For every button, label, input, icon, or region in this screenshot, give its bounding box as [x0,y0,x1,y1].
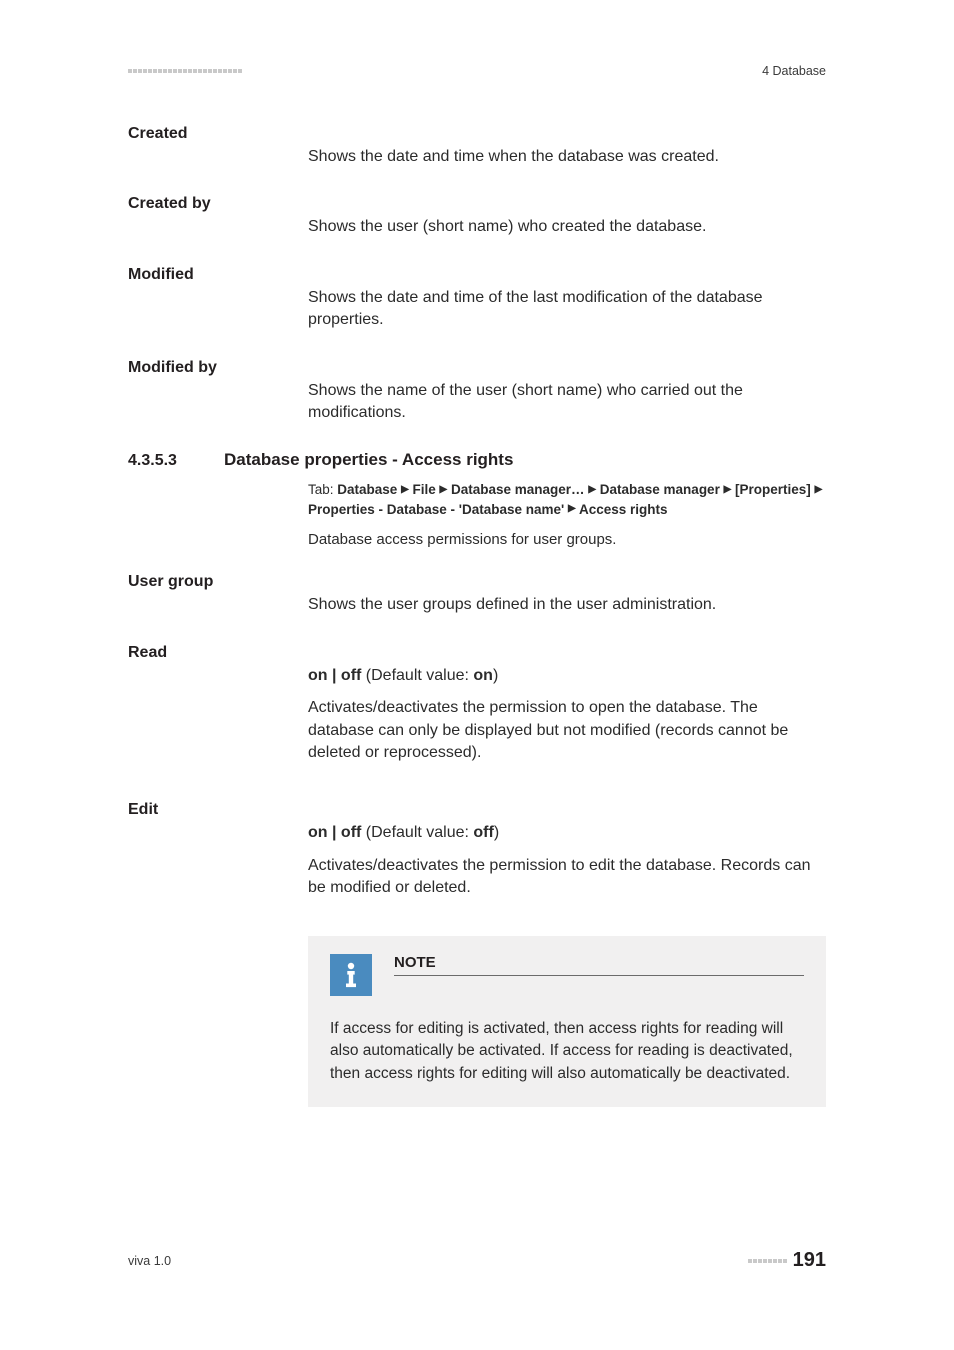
onoff-options: on | off [308,667,361,684]
def-term: User group [128,572,308,616]
def-user-group: User group Shows the user groups defined… [128,572,826,616]
def-term: Read [128,643,308,775]
footer-dots-icon [748,1259,787,1263]
def-term: Created by [128,194,308,238]
footer-product: viva 1.0 [128,1254,171,1268]
onoff-default: on [473,667,493,684]
def-body: Shows the user groups defined in the use… [308,572,826,616]
onoff-options: on | off [308,824,361,841]
def-body: Shows the name of the user (short name) … [308,358,826,425]
def-edit: Edit on | off (Default value: off) Activ… [128,800,826,909]
def-body: Shows the date and time when the databas… [308,124,826,168]
def-body: Shows the user (short name) who created … [308,194,826,238]
header-section-title: 4 Database [762,64,826,78]
def-created: Created Shows the date and time when the… [128,124,826,168]
subsection-number: 4.3.5.3 [128,452,224,470]
def-term: Modified by [128,358,308,425]
onoff-default: off [473,824,493,841]
tab-path: Database ▶ File ▶ Database manager… ▶ Da… [308,482,822,517]
def-body: on | off (Default value: on) Activates/d… [308,643,826,775]
note-text: If access for editing is activated, then… [330,1018,804,1085]
def-modified: Modified Shows the date and time of the … [128,265,826,332]
def-body: Shows the date and time of the last modi… [308,265,826,332]
page-number: 191 [793,1249,826,1272]
onoff-paren-open: (Default value: [361,667,473,684]
onoff-paren-close: ) [493,667,498,684]
def-term: Created [128,124,308,168]
def-term: Modified [128,265,308,332]
note-box: NOTE If access for editing is activated,… [308,936,826,1107]
def-term: Edit [128,800,308,909]
edit-description: Activates/deactivates the permission to … [308,855,826,900]
def-modified-by: Modified by Shows the name of the user (… [128,358,826,425]
page-header: 4 Database [128,64,826,78]
header-dots-icon [128,69,242,73]
page-footer: viva 1.0 191 [128,1249,826,1272]
tab-prefix: Tab: [308,482,337,497]
def-created-by: Created by Shows the user (short name) w… [128,194,826,238]
subsection-intro: Database access permissions for user gro… [308,529,826,550]
subsection-heading: 4.3.5.3 Database properties - Access rig… [128,450,826,470]
def-read: Read on | off (Default value: on) Activa… [128,643,826,775]
note-title: NOTE [394,954,804,976]
subsection-body: Tab: Database ▶ File ▶ Database manager…… [308,480,826,550]
onoff-paren-close: ) [494,824,499,841]
subsection-title: Database properties - Access rights [224,450,513,470]
def-body: on | off (Default value: off) Activates/… [308,800,826,909]
info-icon [330,954,372,996]
read-description: Activates/deactivates the permission to … [308,697,826,764]
onoff-paren-open: (Default value: [361,824,473,841]
